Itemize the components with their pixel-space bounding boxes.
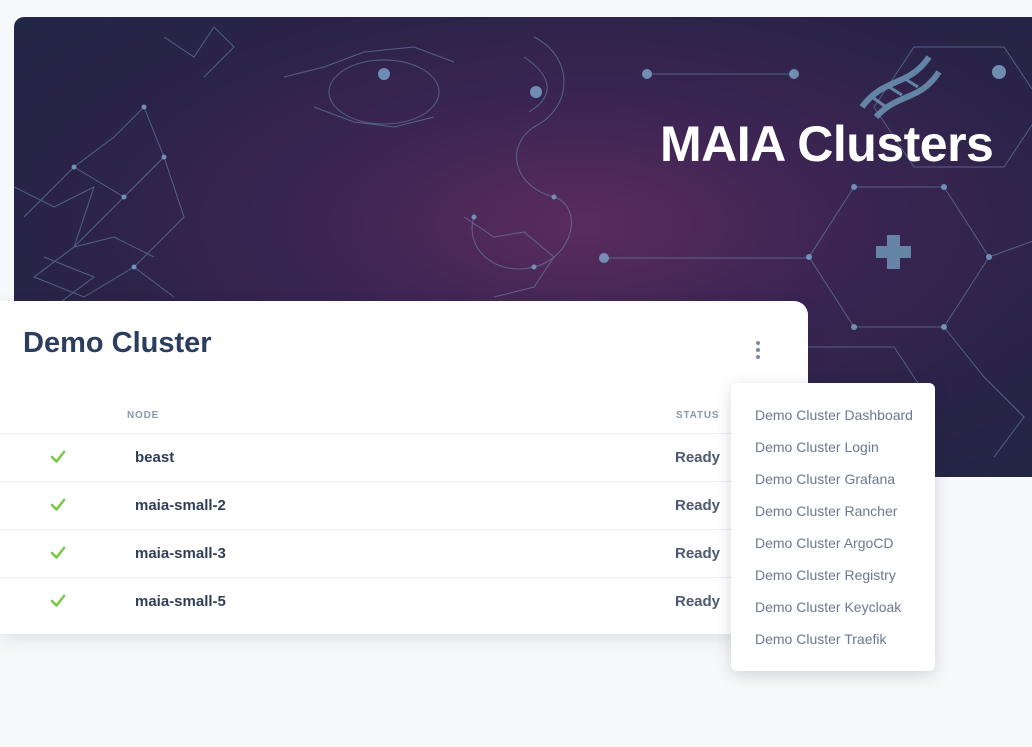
node-name: maia-small-5	[135, 593, 226, 610]
menu-item-login[interactable]: Demo Cluster Login	[755, 439, 879, 455]
dna-icon	[859, 55, 942, 120]
menu-item-grafana[interactable]: Demo Cluster Grafana	[755, 471, 895, 487]
node-name: maia-small-2	[135, 497, 226, 514]
node-status: Ready	[675, 449, 721, 466]
menu-item-rancher[interactable]: Demo Cluster Rancher	[755, 503, 897, 519]
check-icon	[50, 498, 66, 511]
column-header-node: NODE	[127, 410, 160, 421]
node-status: Ready	[675, 593, 721, 610]
menu-item-argocd[interactable]: Demo Cluster ArgoCD	[755, 535, 894, 551]
kebab-dot	[756, 341, 760, 345]
node-name: beast	[135, 449, 175, 466]
kebab-dot	[756, 348, 760, 352]
table-row: maia-small-5 Ready	[0, 577, 740, 626]
table-row: maia-small-2 Ready	[0, 481, 740, 530]
column-header-status: STATUS	[676, 410, 720, 421]
menu-item-dashboard[interactable]: Demo Cluster Dashboard	[755, 407, 913, 423]
menu-item-keycloak[interactable]: Demo Cluster Keycloak	[755, 599, 901, 615]
table-row: maia-small-3 Ready	[0, 529, 740, 578]
check-icon	[50, 594, 66, 607]
hero-title: MAIA Clusters	[660, 116, 994, 172]
check-icon	[50, 546, 66, 559]
cluster-title: Demo Cluster	[23, 327, 212, 359]
more-options-button[interactable]	[748, 339, 768, 361]
table-row: beast Ready	[0, 433, 740, 482]
plus-icon	[876, 235, 911, 269]
check-icon	[50, 450, 66, 463]
node-status: Ready	[675, 545, 721, 562]
kebab-dot	[756, 355, 760, 359]
cluster-links-menu: Demo Cluster Dashboard Demo Cluster Logi…	[731, 383, 935, 671]
node-name: maia-small-3	[135, 545, 226, 562]
node-status: Ready	[675, 497, 721, 514]
cluster-card: Demo Cluster NODE STATUS beast Ready mai…	[0, 301, 808, 634]
menu-item-traefik[interactable]: Demo Cluster Traefik	[755, 631, 886, 647]
menu-item-registry[interactable]: Demo Cluster Registry	[755, 567, 896, 583]
